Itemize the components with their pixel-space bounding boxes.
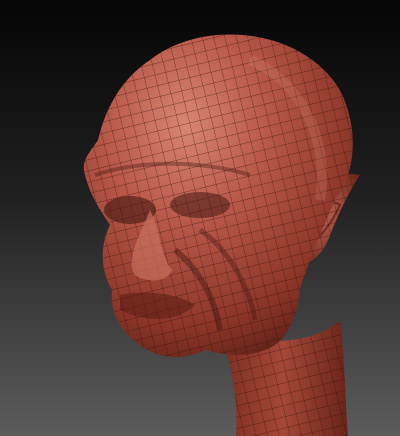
head-render [0,0,400,436]
eye-socket-right [170,192,230,218]
render-viewport [0,0,400,436]
